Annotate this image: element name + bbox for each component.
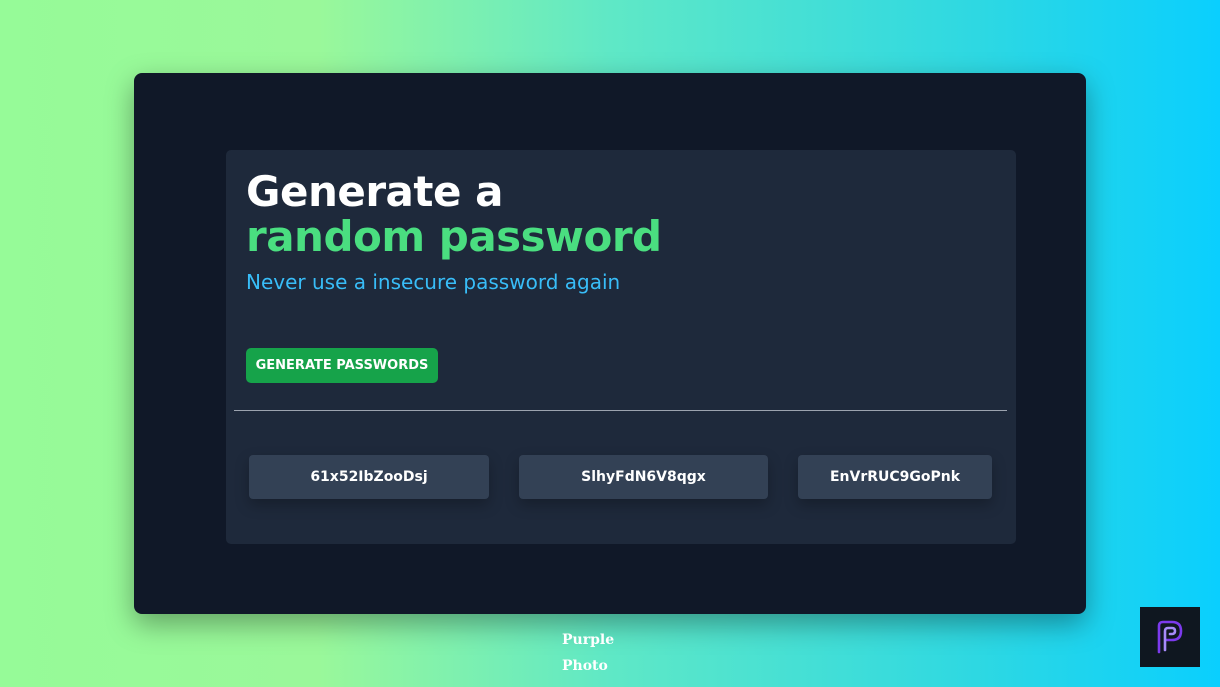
page-title: Generate a (246, 167, 503, 216)
purple-p-logo-svg (1157, 620, 1183, 654)
watermark-line-1: Purple (562, 632, 615, 648)
divider (234, 410, 1007, 411)
watermark-text: Purple Photo (562, 627, 614, 679)
watermark-line-2: Photo (562, 658, 608, 674)
password-output-1[interactable]: 61x52IbZooDsj (249, 455, 489, 499)
page-title-highlight: random password (246, 212, 662, 261)
password-output-3[interactable]: EnVrRUC9GoPnk (798, 455, 992, 499)
purple-p-logo-icon (1140, 607, 1200, 667)
generate-passwords-button[interactable]: GENERATE PASSWORDS (246, 348, 438, 383)
app-container: Generate a random password Never use a i… (134, 73, 1086, 614)
password-generator-card: Generate a random password Never use a i… (226, 150, 1016, 544)
password-output-2[interactable]: SlhyFdN6V8qgx (519, 455, 768, 499)
subtitle: Never use a insecure password again (246, 270, 621, 294)
